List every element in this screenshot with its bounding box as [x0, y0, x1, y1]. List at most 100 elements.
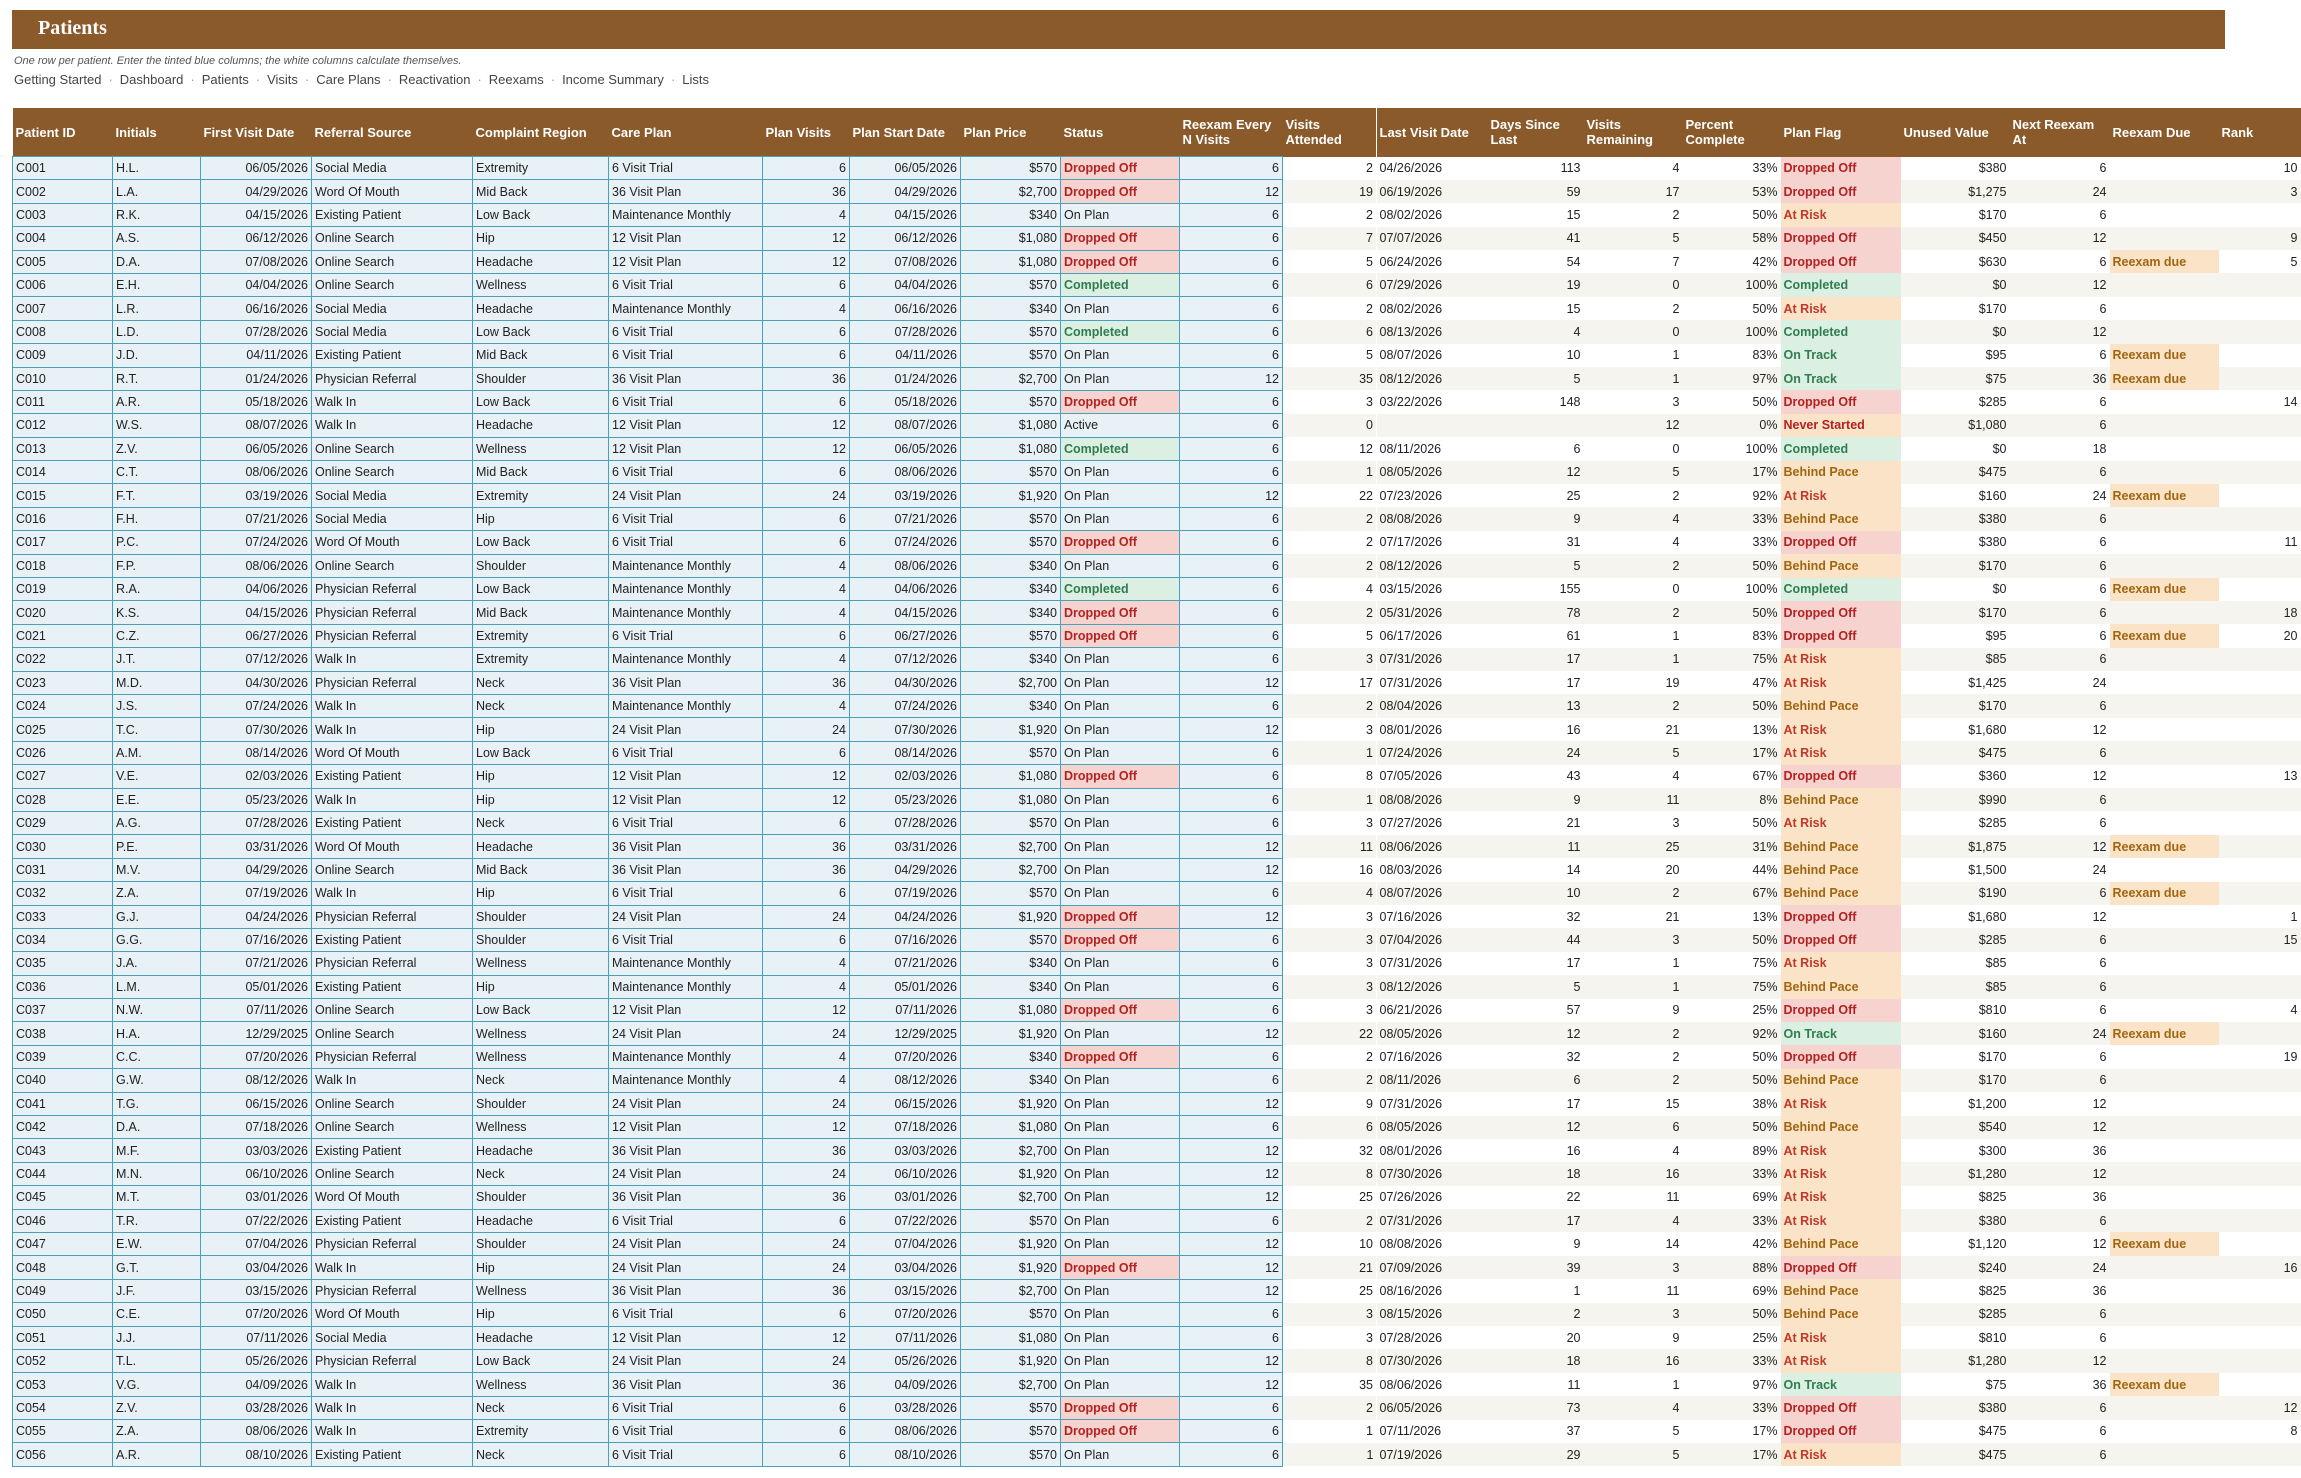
cell-reexam-every-n-visits[interactable]: 6 — [1179, 1208, 1283, 1233]
cell-unused-value[interactable]: $170 — [1900, 1045, 2010, 1069]
cell-plan-flag[interactable]: Dropped Off — [1780, 226, 1901, 251]
cell-plan-flag[interactable]: Behind Pace — [1780, 507, 1901, 531]
cell-next-reexam-at[interactable]: 24 — [2009, 858, 2110, 882]
column-header-plan-visits[interactable]: Plan Visits — [762, 108, 850, 157]
cell-plan-flag[interactable]: At Risk — [1780, 203, 1901, 227]
cell-complaint-region[interactable]: Shoulder — [472, 1091, 609, 1117]
cell-next-reexam-at[interactable]: 12 — [2009, 1115, 2110, 1139]
cell-days-since-last[interactable]: 21 — [1487, 811, 1584, 835]
cell-days-since-last[interactable]: 15 — [1487, 296, 1584, 321]
column-header-first-visit-date[interactable]: First Visit Date — [200, 108, 312, 157]
cell-days-since-last[interactable]: 44 — [1487, 928, 1584, 952]
cell-plan-flag[interactable]: On Track — [1780, 1021, 1901, 1046]
cell-plan-visits[interactable]: 12 — [762, 249, 850, 274]
cell-plan-start-date[interactable]: 06/15/2026 — [849, 1091, 961, 1117]
cell-first-visit-date[interactable]: 05/18/2026 — [200, 389, 312, 415]
cell-plan-flag[interactable]: On Track — [1780, 343, 1901, 368]
cell-reexam-every-n-visits[interactable]: 6 — [1179, 1325, 1283, 1350]
cell-referral-source[interactable]: Word Of Mouth — [311, 834, 473, 859]
cell-plan-price[interactable]: $570 — [960, 272, 1061, 298]
cell-percent-complete[interactable]: 50% — [1682, 1115, 1781, 1139]
cell-plan-flag[interactable]: Never Started — [1780, 413, 1901, 438]
column-header-plan-flag[interactable]: Plan Flag — [1780, 108, 1901, 157]
cell-referral-source[interactable]: Walk In — [311, 881, 473, 906]
cell-care-plan[interactable]: 12 Visit Plan — [608, 436, 763, 462]
cell-plan-start-date[interactable]: 07/11/2026 — [849, 1325, 961, 1350]
cell-days-since-last[interactable]: 73 — [1487, 1396, 1584, 1420]
cell-plan-visits[interactable]: 6 — [762, 460, 850, 485]
cell-last-visit-date[interactable]: 08/12/2026 — [1376, 975, 1488, 999]
cell-visits-remaining[interactable]: 1 — [1583, 624, 1683, 648]
cell-visits-remaining[interactable]: 25 — [1583, 834, 1683, 859]
cell-complaint-region[interactable]: Hip — [472, 1302, 609, 1327]
cell-plan-visits[interactable]: 36 — [762, 1372, 850, 1397]
cell-last-visit-date[interactable]: 06/05/2026 — [1376, 1396, 1488, 1420]
cell-referral-source[interactable]: Social Media — [311, 506, 473, 532]
cell-first-visit-date[interactable]: 08/06/2026 — [200, 553, 312, 579]
cell-reexam-due[interactable]: Reexam due — [2109, 881, 2219, 905]
cell-referral-source[interactable]: Online Search — [311, 272, 473, 298]
cell-plan-start-date[interactable]: 07/11/2026 — [849, 998, 961, 1023]
cell-complaint-region[interactable]: Wellness — [472, 436, 609, 462]
cell-first-visit-date[interactable]: 04/29/2026 — [200, 179, 312, 204]
cell-first-visit-date[interactable]: 04/15/2026 — [200, 600, 312, 625]
cell-first-visit-date[interactable]: 07/18/2026 — [200, 1115, 312, 1140]
cell-patient-id[interactable]: C023 — [12, 670, 113, 695]
cell-plan-visits[interactable]: 6 — [762, 1208, 850, 1233]
cell-unused-value[interactable]: $990 — [1900, 788, 2010, 812]
cell-care-plan[interactable]: 6 Visit Trial — [608, 623, 763, 649]
cell-reexam-every-n-visits[interactable]: 6 — [1179, 319, 1283, 345]
cell-unused-value[interactable]: $95 — [1900, 624, 2010, 648]
cell-last-visit-date[interactable]: 08/03/2026 — [1376, 858, 1488, 882]
cell-reexam-every-n-visits[interactable]: 12 — [1179, 670, 1283, 695]
cell-rank[interactable]: 8 — [2218, 1419, 2301, 1443]
cell-plan-price[interactable]: $570 — [960, 881, 1061, 906]
cell-plan-visits[interactable]: 36 — [762, 1278, 850, 1304]
cell-visits-attended[interactable]: 2 — [1282, 694, 1377, 718]
cell-rank[interactable]: 16 — [2218, 1255, 2301, 1280]
cell-plan-start-date[interactable]: 07/24/2026 — [849, 693, 961, 719]
cell-visits-attended[interactable]: 2 — [1282, 296, 1377, 321]
cell-plan-start-date[interactable]: 04/06/2026 — [849, 577, 961, 602]
cell-unused-value[interactable]: $810 — [1900, 998, 2010, 1022]
cell-referral-source[interactable]: Physician Referral — [311, 1231, 473, 1257]
cell-patient-id[interactable]: C034 — [12, 927, 113, 953]
cell-plan-start-date[interactable]: 08/06/2026 — [849, 553, 961, 579]
cell-plan-price[interactable]: $1,080 — [960, 413, 1061, 438]
cell-last-visit-date[interactable]: 07/07/2026 — [1376, 226, 1488, 251]
cell-unused-value[interactable]: $1,425 — [1900, 671, 2010, 695]
cell-patient-id[interactable]: C035 — [12, 951, 113, 976]
cell-plan-visits[interactable]: 24 — [762, 904, 850, 929]
cell-last-visit-date[interactable]: 08/15/2026 — [1376, 1302, 1488, 1327]
cell-status[interactable]: On Plan — [1060, 1325, 1180, 1350]
cell-complaint-region[interactable]: Headache — [472, 834, 609, 859]
cell-complaint-region[interactable]: Extremity — [472, 1419, 609, 1444]
cell-complaint-region[interactable]: Mid Back — [472, 179, 609, 204]
cell-reexam-every-n-visits[interactable]: 6 — [1179, 693, 1283, 719]
cell-rank[interactable] — [2218, 577, 2301, 601]
cell-rank[interactable]: 9 — [2218, 226, 2301, 251]
cell-plan-start-date[interactable]: 08/14/2026 — [849, 740, 961, 766]
cell-reexam-every-n-visits[interactable]: 6 — [1179, 1419, 1283, 1444]
cell-status[interactable]: On Plan — [1060, 1138, 1180, 1163]
cell-reexam-every-n-visits[interactable]: 6 — [1179, 249, 1283, 274]
cell-referral-source[interactable]: Existing Patient — [311, 974, 473, 1000]
cell-rank[interactable] — [2218, 671, 2301, 695]
cell-initials[interactable]: Z.V. — [112, 1395, 201, 1421]
cell-plan-start-date[interactable]: 03/01/2026 — [849, 1185, 961, 1210]
cell-initials[interactable]: N.W. — [112, 998, 201, 1023]
cell-reexam-every-n-visits[interactable]: 6 — [1179, 1395, 1283, 1421]
column-header-plan-price[interactable]: Plan Price — [960, 108, 1061, 157]
nav-link-reactivation[interactable]: Reactivation — [399, 72, 471, 87]
cell-reexam-every-n-visits[interactable]: 6 — [1179, 202, 1283, 228]
cell-plan-start-date[interactable]: 07/24/2026 — [849, 530, 961, 555]
cell-rank[interactable] — [2218, 788, 2301, 812]
cell-plan-visits[interactable]: 6 — [762, 530, 850, 555]
cell-plan-visits[interactable]: 12 — [762, 1325, 850, 1350]
cell-visits-remaining[interactable]: 9 — [1583, 1326, 1683, 1350]
cell-rank[interactable] — [2218, 1068, 2301, 1093]
cell-next-reexam-at[interactable]: 12 — [2009, 1162, 2110, 1186]
cell-percent-complete[interactable]: 89% — [1682, 1138, 1781, 1163]
cell-reexam-due[interactable]: Reexam due — [2109, 343, 2219, 368]
cell-last-visit-date[interactable]: 08/08/2026 — [1376, 788, 1488, 812]
